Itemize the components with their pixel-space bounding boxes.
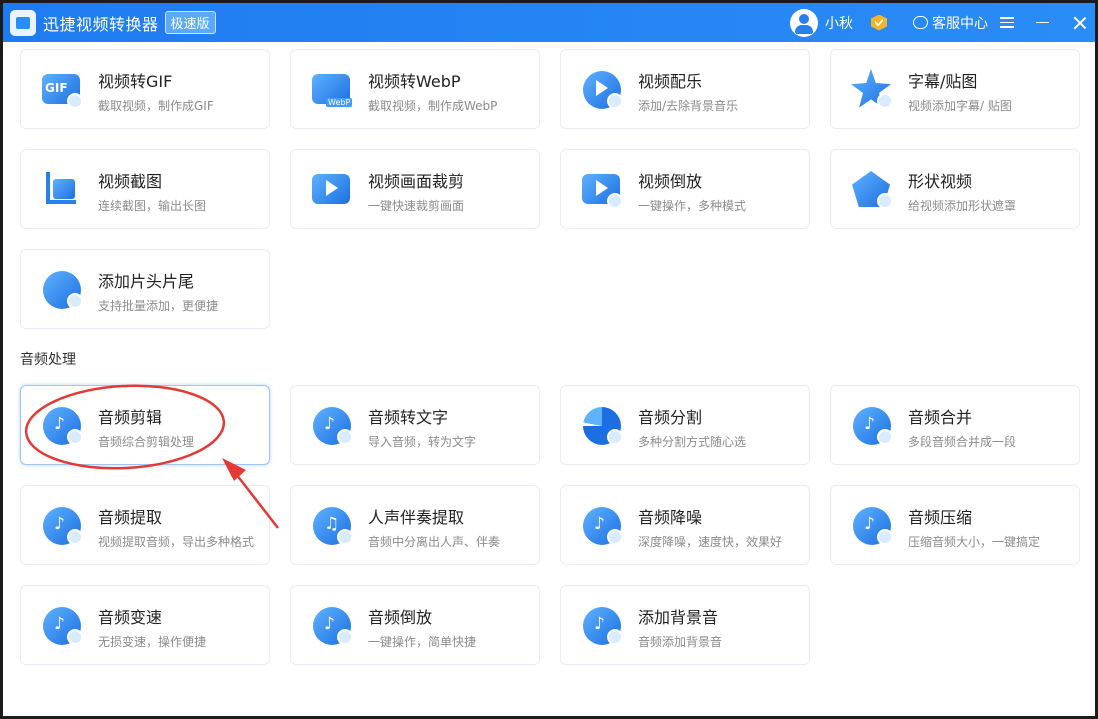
app-logo-icon [10, 9, 36, 36]
tool-desc: 截取视频，制作成GIF [98, 99, 214, 113]
vocal-extract-icon: ♫ [311, 505, 353, 547]
star-icon [851, 69, 893, 111]
tool-title: 音频转文字 [368, 408, 449, 427]
tool-title: 添加背景音 [638, 608, 719, 627]
tool-card-shape-video[interactable]: 形状视频 给视频添加形状遮罩 [830, 149, 1080, 229]
tool-card-video-music[interactable]: 视频配乐 添加/去除背景音乐 [560, 49, 810, 129]
tool-desc: 一键操作，简单快捷 [368, 635, 477, 649]
tool-card-video-reverse[interactable]: 视频倒放 一键操作，多种模式 [560, 149, 810, 229]
tool-desc: 音频添加背景音 [638, 635, 723, 649]
tool-title: 视频转WebP [368, 72, 461, 91]
app-title: 迅捷视频转换器 [43, 14, 159, 34]
tool-desc: 导入音频，转为文字 [368, 435, 477, 449]
tool-desc: 音频中分离出人声、伴奏 [368, 535, 501, 549]
tool-title: 音频合并 [908, 408, 973, 427]
tool-card-video-to-gif[interactable]: GIF 视频转GIF 截取视频，制作成GIF [20, 49, 270, 129]
tool-title: 形状视频 [908, 172, 973, 191]
tool-card-intro-outro[interactable]: 添加片头片尾 支持批量添加，更便捷 [20, 249, 270, 329]
crop-frame-icon [311, 169, 353, 211]
music-video-icon [581, 69, 623, 111]
tool-desc: 一键快速裁剪画面 [368, 199, 465, 213]
minimize-icon[interactable] [1036, 21, 1049, 24]
tool-card-audio-denoise[interactable]: ♪ 音频降噪 深度降噪，速度快，效果好 [560, 485, 810, 565]
tool-card-audio-extract[interactable]: ♪ 音频提取 视频提取音频，导出多种格式 [20, 485, 270, 565]
username[interactable]: 小秋 [825, 13, 853, 33]
tool-card-audio-to-text[interactable]: ♪ 音频转文字 导入音频，转为文字 [290, 385, 540, 465]
tool-desc: 给视频添加形状遮罩 [908, 199, 1017, 213]
crop-image-icon [41, 169, 83, 211]
section-title-audio: 音频处理 [20, 352, 76, 368]
tool-title: 视频截图 [98, 172, 163, 191]
tool-card-audio-split[interactable]: 音频分割 多种分割方式随心选 [560, 385, 810, 465]
audio-text-icon: ♪ [311, 405, 353, 447]
audio-reverse-icon: ♪ [311, 605, 353, 647]
customer-service-label: 客服中心 [932, 15, 988, 32]
tool-title: 视频倒放 [638, 172, 703, 191]
edition-badge: 极速版 [164, 11, 216, 34]
tool-title: 视频画面裁剪 [368, 172, 465, 191]
tool-title: 视频配乐 [638, 72, 703, 91]
tool-title: 音频提取 [98, 508, 163, 527]
tool-title: 音频倒放 [368, 608, 433, 627]
webp-icon: WebP [311, 69, 353, 111]
tool-desc: 压缩音频大小，一键搞定 [908, 535, 1041, 549]
tool-title: 音频分割 [638, 408, 703, 427]
audio-bg-icon: ♪ [581, 605, 623, 647]
audio-extract-icon: ♪ [41, 505, 83, 547]
tool-desc: 无损变速，操作便捷 [98, 635, 207, 649]
tool-card-audio-cut[interactable]: ♪ 音频剪辑 音频综合剪辑处理 [20, 385, 270, 465]
tool-card-video-to-webp[interactable]: WebP 视频转WebP 截取视频，制作成WebP [290, 49, 540, 129]
tool-title: 视频转GIF [98, 72, 173, 91]
tool-card-audio-speed[interactable]: ♪ 音频变速 无损变速，操作便捷 [20, 585, 270, 665]
tool-desc: 一键操作，多种模式 [638, 199, 747, 213]
tool-desc: 截取视频，制作成WebP [368, 99, 498, 113]
customer-service-button[interactable]: 客服中心 [913, 13, 988, 33]
tool-card-subtitle-sticker[interactable]: 字幕/贴图 视频添加字幕/ 贴图 [830, 49, 1080, 129]
tool-card-vocal-extract[interactable]: ♫ 人声伴奏提取 音频中分离出人声、伴奏 [290, 485, 540, 565]
chat-icon [913, 16, 928, 29]
tool-title: 音频变速 [98, 608, 163, 627]
tool-desc: 视频添加字幕/ 贴图 [908, 99, 1012, 113]
menu-icon[interactable] [1000, 14, 1014, 31]
tool-card-audio-merge[interactable]: ♪ 音频合并 多段音频合并成一段 [830, 385, 1080, 465]
reverse-play-icon [581, 169, 623, 211]
tool-card-video-crop[interactable]: 视频画面裁剪 一键快速裁剪画面 [290, 149, 540, 229]
tool-card-video-screenshot[interactable]: 视频截图 连续截图，输出长图 [20, 149, 270, 229]
tool-card-audio-background[interactable]: ♪ 添加背景音 音频添加背景音 [560, 585, 810, 665]
tool-title: 字幕/贴图 [908, 72, 978, 91]
tool-desc: 音频综合剪辑处理 [98, 435, 195, 449]
tool-desc: 多段音频合并成一段 [908, 435, 1017, 449]
tool-desc: 添加/去除背景音乐 [638, 99, 739, 113]
tool-card-audio-compress[interactable]: ♪ 音频压缩 压缩音频大小，一键搞定 [830, 485, 1080, 565]
tool-desc: 多种分割方式随心选 [638, 435, 747, 449]
gif-icon: GIF [41, 69, 83, 111]
vip-icon[interactable] [871, 15, 887, 31]
tool-title: 音频降噪 [638, 508, 703, 527]
tool-title: 添加片头片尾 [98, 272, 195, 291]
tool-title: 音频剪辑 [98, 408, 163, 427]
audio-speed-icon: ♪ [41, 605, 83, 647]
close-icon[interactable] [1073, 16, 1087, 30]
tool-desc: 深度降噪，速度快，效果好 [638, 535, 783, 549]
audio-merge-icon: ♪ [851, 405, 893, 447]
audio-denoise-icon: ♪ [581, 505, 623, 547]
tool-title: 人声伴奏提取 [368, 508, 465, 527]
tool-desc: 支持批量添加，更便捷 [98, 299, 219, 313]
tool-desc: 连续截图，输出长图 [98, 199, 207, 213]
audio-cut-icon: ♪ [41, 405, 83, 447]
audio-compress-icon: ♪ [851, 505, 893, 547]
tool-card-audio-reverse[interactable]: ♪ 音频倒放 一键操作，简单快捷 [290, 585, 540, 665]
pentagon-icon [851, 169, 893, 211]
user-avatar-icon[interactable] [790, 8, 818, 37]
film-reel-icon [41, 269, 83, 311]
tool-title: 音频压缩 [908, 508, 973, 527]
tool-desc: 视频提取音频，导出多种格式 [98, 535, 255, 549]
title-bar: 迅捷视频转换器 极速版 小秋 客服中心 [3, 3, 1095, 42]
audio-split-icon [581, 405, 623, 447]
